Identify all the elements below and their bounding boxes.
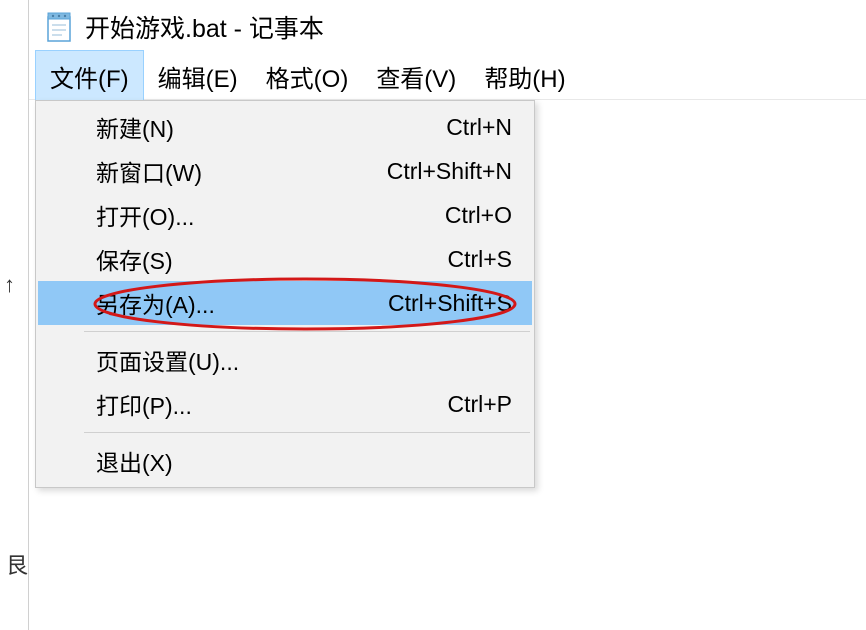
- window-title: 开始游戏.bat - 记事本: [85, 9, 324, 45]
- menu-item-save[interactable]: 保存(S) Ctrl+S: [38, 237, 532, 281]
- notepad-icon: [45, 11, 73, 43]
- menu-item-label: 打印(P)...: [96, 387, 192, 421]
- notepad-window: 开始游戏.bat - 记事本 文件(F) 编辑(E) 格式(O) 查看(V) 帮…: [28, 0, 866, 630]
- menu-item-label: 保存(S): [96, 242, 173, 276]
- menu-format[interactable]: 格式(O): [252, 51, 363, 102]
- menu-item-label: 退出(X): [96, 444, 173, 478]
- menu-item-print[interactable]: 打印(P)... Ctrl+P: [38, 382, 532, 426]
- menu-separator: [84, 432, 530, 433]
- menu-item-shortcut: Ctrl+Shift+N: [387, 158, 512, 185]
- menu-item-label: 新窗口(W): [96, 154, 202, 188]
- menu-item-shortcut: Ctrl+P: [447, 391, 512, 418]
- menu-item-shortcut: Ctrl+S: [447, 246, 512, 273]
- menu-item-label: 打开(O)...: [96, 198, 194, 232]
- menubar: 文件(F) 编辑(E) 格式(O) 查看(V) 帮助(H): [29, 54, 866, 100]
- menu-item-shortcut: Ctrl+O: [445, 202, 512, 229]
- menu-item-exit[interactable]: 退出(X): [38, 439, 532, 483]
- menu-item-page-setup[interactable]: 页面设置(U)...: [38, 338, 532, 382]
- file-dropdown-menu: 新建(N) Ctrl+N 新窗口(W) Ctrl+Shift+N 打开(O)..…: [35, 100, 535, 488]
- menu-item-shortcut: Ctrl+N: [446, 114, 512, 141]
- menu-item-new[interactable]: 新建(N) Ctrl+N: [38, 105, 532, 149]
- menu-view[interactable]: 查看(V): [362, 51, 470, 102]
- menu-item-save-as[interactable]: 另存为(A)... Ctrl+Shift+S: [38, 281, 532, 325]
- menu-separator: [84, 331, 530, 332]
- menu-item-shortcut: Ctrl+Shift+S: [388, 290, 512, 317]
- menu-help[interactable]: 帮助(H): [470, 51, 579, 102]
- menu-file[interactable]: 文件(F): [35, 50, 144, 103]
- menu-item-label: 另存为(A)...: [96, 286, 215, 320]
- menu-item-new-window[interactable]: 新窗口(W) Ctrl+Shift+N: [38, 149, 532, 193]
- menu-item-label: 页面设置(U)...: [96, 343, 239, 377]
- menu-edit[interactable]: 编辑(E): [144, 51, 252, 102]
- menu-item-label: 新建(N): [96, 110, 174, 144]
- menu-item-open[interactable]: 打开(O)... Ctrl+O: [38, 193, 532, 237]
- titlebar: 开始游戏.bat - 记事本: [29, 0, 866, 54]
- cropped-left-edge: ↑ 艮: [0, 0, 28, 630]
